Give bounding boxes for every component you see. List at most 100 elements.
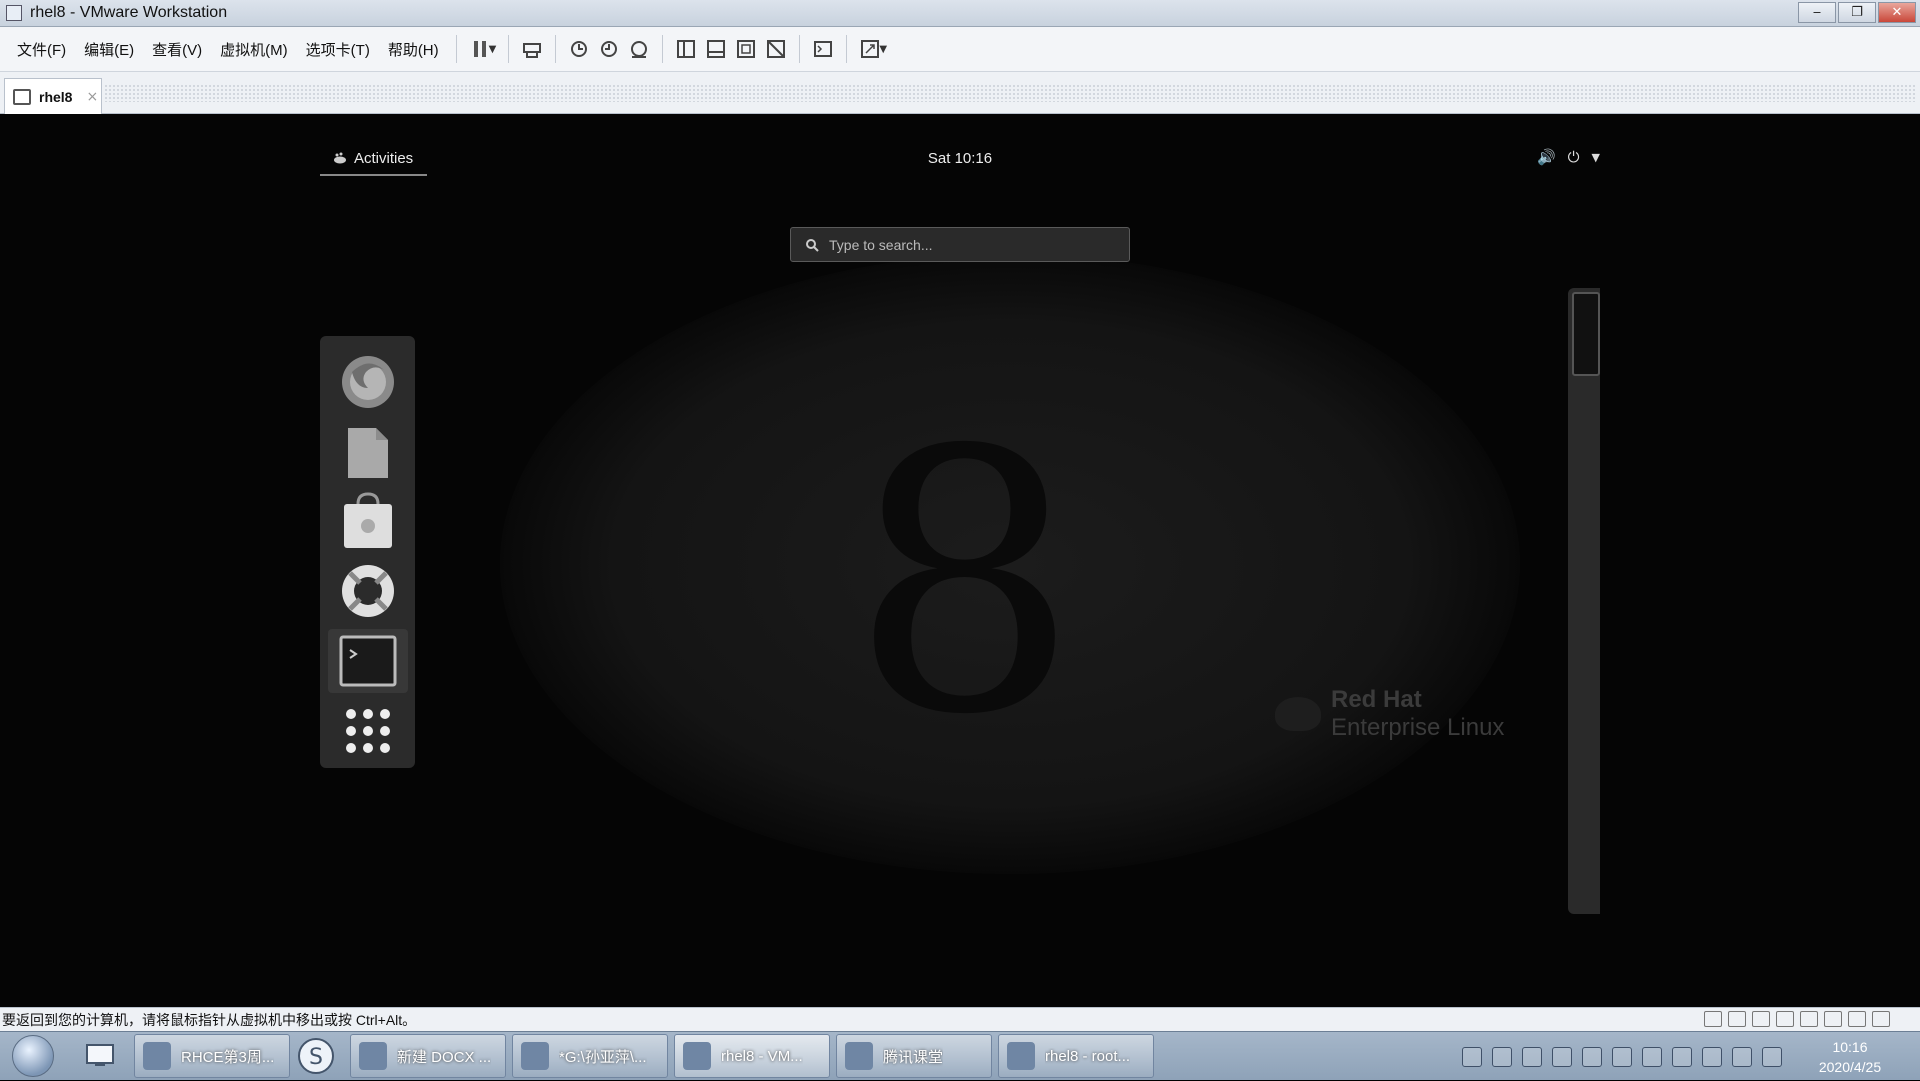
- show-desktop-icon[interactable]: [80, 1036, 120, 1076]
- vm-tab-strip: rhel8 ×: [0, 72, 1920, 114]
- menu-view[interactable]: 查看(V): [143, 39, 211, 60]
- window-controls: ‒ ❐ ✕: [1798, 2, 1916, 23]
- chevron-down-icon: ▼: [1591, 150, 1600, 164]
- gnome-top-bar: Activities Sat 10:16 🔊 ⏻ ▼: [320, 142, 1600, 176]
- show-library-icon[interactable]: [671, 34, 701, 64]
- taskbar-clock[interactable]: 10:16 2020/4/25: [1800, 1037, 1900, 1077]
- taskbar-item-rhel-terminal[interactable]: rhel8 - root...: [998, 1034, 1154, 1078]
- display-icon[interactable]: [1848, 1011, 1866, 1027]
- workspace-thumbnail[interactable]: [1572, 292, 1600, 376]
- taskbar-item-label: rhel8 - VM...: [721, 1047, 803, 1065]
- redhat-brand-line1: Red Hat: [1331, 686, 1422, 713]
- taskbar-item-label: *G:\孙亚萍\...: [559, 1048, 647, 1066]
- full-screen-icon[interactable]: [731, 34, 761, 64]
- files-icon[interactable]: [328, 420, 408, 485]
- vm-display[interactable]: 8 Activities Sat 10:16 🔊 ⏻ ▼ Type to sea…: [0, 114, 1920, 1007]
- close-tab-icon[interactable]: ×: [86, 89, 98, 105]
- search-input[interactable]: [829, 236, 1109, 253]
- snapshot-manager-icon[interactable]: [624, 34, 654, 64]
- taskbar-item-label: 腾讯课堂: [883, 1048, 944, 1066]
- help-icon[interactable]: [328, 559, 408, 624]
- clock-date: 2020/4/25: [1818, 1058, 1882, 1075]
- tray-sync-icon[interactable]: [1642, 1046, 1662, 1067]
- minimize-button[interactable]: ‒: [1798, 2, 1836, 23]
- volume-icon: 🔊: [1536, 148, 1556, 166]
- vmware-status-bar: 要返回到您的计算机，请将鼠标指针从虚拟机中移出或按 Ctrl+Alt。: [0, 1007, 1920, 1031]
- toolbar-separator: [799, 35, 801, 63]
- vmware-app-icon: [6, 5, 22, 21]
- tray-icons: [1462, 1046, 1782, 1067]
- svg-text:S: S: [309, 1045, 323, 1070]
- tray-sogou-icon[interactable]: [1462, 1046, 1482, 1067]
- gnome-system-menu[interactable]: 🔊 ⏻ ▼: [1537, 148, 1600, 166]
- vm-tab[interactable]: rhel8 ×: [4, 78, 102, 114]
- windows-taskbar: RHCE第3周... S 新建 DOCX ... *G:\孙亚萍\... rhe…: [0, 1031, 1920, 1080]
- tencent-class-icon: [845, 1042, 873, 1070]
- rhel-wallpaper-logo: 8: [850, 374, 1080, 793]
- menu-toolbar: 文件(F) 编辑(E) 查看(V) 虚拟机(M) 选项卡(T) 帮助(H) ▼ …: [0, 27, 1920, 72]
- network-adapter-icon[interactable]: [1752, 1011, 1770, 1027]
- restore-button[interactable]: ❐: [1838, 2, 1876, 23]
- taskbar-item-tencent-class[interactable]: 腾讯课堂: [836, 1034, 992, 1078]
- toolbar-separator: [508, 35, 510, 63]
- gnome-dash: [320, 336, 415, 768]
- taskbar-item-folder[interactable]: *G:\孙亚萍\...: [512, 1034, 668, 1078]
- menu-edit[interactable]: 编辑(E): [75, 39, 143, 60]
- unity-icon[interactable]: [761, 34, 791, 64]
- tray-chat-icon[interactable]: [1582, 1046, 1602, 1067]
- chevron-down-icon[interactable]: ▼: [879, 44, 887, 55]
- redhat-hat-icon: [1275, 697, 1321, 731]
- vm-tab-label: rhel8: [39, 88, 73, 105]
- hard-disk-icon[interactable]: [1704, 1011, 1722, 1027]
- close-button[interactable]: ✕: [1878, 2, 1916, 23]
- console-view-icon[interactable]: [808, 34, 838, 64]
- thumbnail-bar-icon[interactable]: [701, 34, 731, 64]
- send-ctrl-alt-del-icon[interactable]: [517, 34, 547, 64]
- menu-vm[interactable]: 虚拟机(M): [211, 39, 297, 60]
- taskbar-item-label: RHCE第3周...: [181, 1048, 275, 1066]
- software-icon[interactable]: [328, 489, 408, 554]
- power-icon: ⏻: [1567, 148, 1580, 166]
- vmware-icon: [683, 1042, 711, 1070]
- taskbar-item-vmware[interactable]: rhel8 - VM...: [674, 1034, 830, 1078]
- menu-tabs[interactable]: 选项卡(T): [297, 39, 379, 60]
- clock-time: 10:16: [1832, 1038, 1868, 1055]
- toolbar-separator: [455, 35, 457, 63]
- gnome-clock[interactable]: Sat 10:16: [320, 150, 1600, 167]
- tray-app-icon[interactable]: [1552, 1046, 1572, 1067]
- menu-help[interactable]: 帮助(H): [379, 39, 448, 60]
- taskbar-item-rhce-doc[interactable]: RHCE第3周...: [134, 1034, 290, 1078]
- menu-file[interactable]: 文件(F): [8, 39, 75, 60]
- vm-tab-icon: [13, 88, 31, 105]
- status-message: 要返回到您的计算机，请将鼠标指针从虚拟机中移出或按 Ctrl+Alt。: [2, 1011, 417, 1028]
- chevron-down-icon[interactable]: ▼: [489, 44, 497, 55]
- snapshot-revert-icon[interactable]: [594, 34, 624, 64]
- tray-network-icon[interactable]: [1762, 1046, 1782, 1067]
- snapshot-take-icon[interactable]: [564, 34, 594, 64]
- search-field[interactable]: [790, 227, 1130, 262]
- redhat-branding: Red Hat Enterprise Linux: [1275, 686, 1504, 742]
- tray-qq-icon[interactable]: [1492, 1046, 1512, 1067]
- sogou-input-icon[interactable]: S: [296, 1036, 336, 1076]
- show-apps-icon[interactable]: [328, 698, 408, 763]
- tray-display-icon[interactable]: [1672, 1046, 1692, 1067]
- cd-drive-icon[interactable]: [1728, 1011, 1746, 1027]
- word-icon: [359, 1042, 387, 1070]
- printer-icon[interactable]: [1824, 1011, 1842, 1027]
- toolbar-separator: [662, 35, 664, 63]
- tray-volume-icon[interactable]: [1732, 1046, 1752, 1067]
- message-log-icon[interactable]: [1872, 1011, 1890, 1027]
- tray-flag-icon[interactable]: [1702, 1046, 1722, 1067]
- start-button[interactable]: [12, 1035, 54, 1077]
- terminal-icon[interactable]: [327, 628, 408, 694]
- image-editor-icon: [521, 1042, 549, 1070]
- firefox-icon[interactable]: [328, 350, 408, 415]
- sound-card-icon[interactable]: [1800, 1011, 1818, 1027]
- taskbar-item-word[interactable]: 新建 DOCX ...: [350, 1034, 506, 1078]
- redhat-brand-line2: Enterprise Linux: [1331, 714, 1505, 741]
- window-titlebar[interactable]: rhel8 - VMware Workstation ‒ ❐ ✕: [0, 0, 1920, 27]
- document-icon: [143, 1042, 171, 1070]
- tray-wifi-icon[interactable]: [1612, 1046, 1632, 1067]
- tray-security-icon[interactable]: [1522, 1046, 1542, 1067]
- usb-icon[interactable]: [1776, 1011, 1794, 1027]
